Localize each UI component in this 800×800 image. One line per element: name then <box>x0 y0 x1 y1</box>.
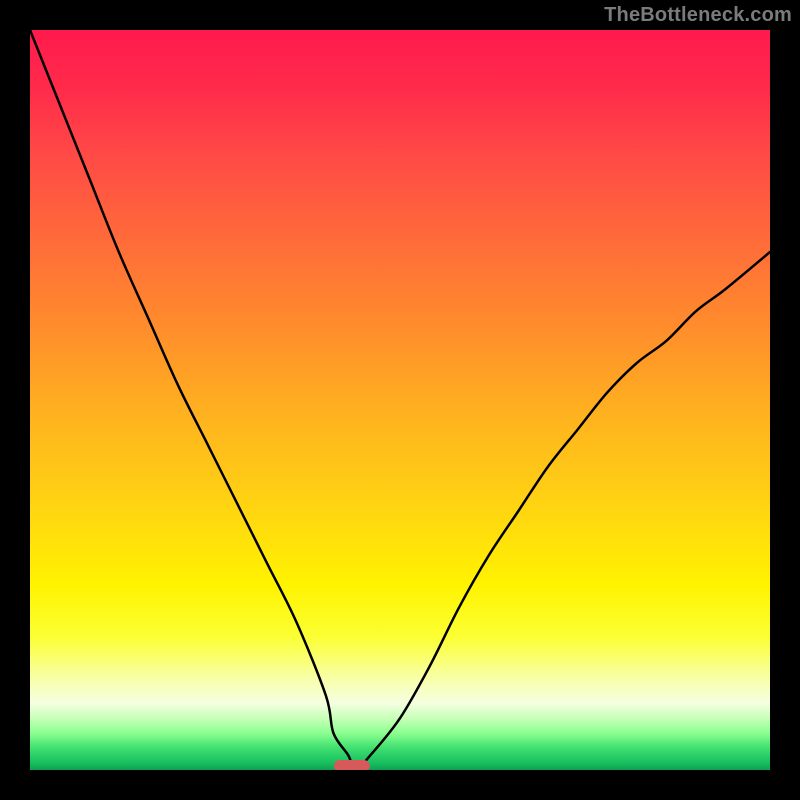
minimum-marker <box>334 760 370 770</box>
watermark-text: TheBottleneck.com <box>604 4 792 27</box>
curve-layer <box>30 30 770 770</box>
chart-frame: TheBottleneck.com <box>0 0 800 800</box>
bottleneck-curve <box>30 30 770 770</box>
plot-area <box>30 30 770 770</box>
